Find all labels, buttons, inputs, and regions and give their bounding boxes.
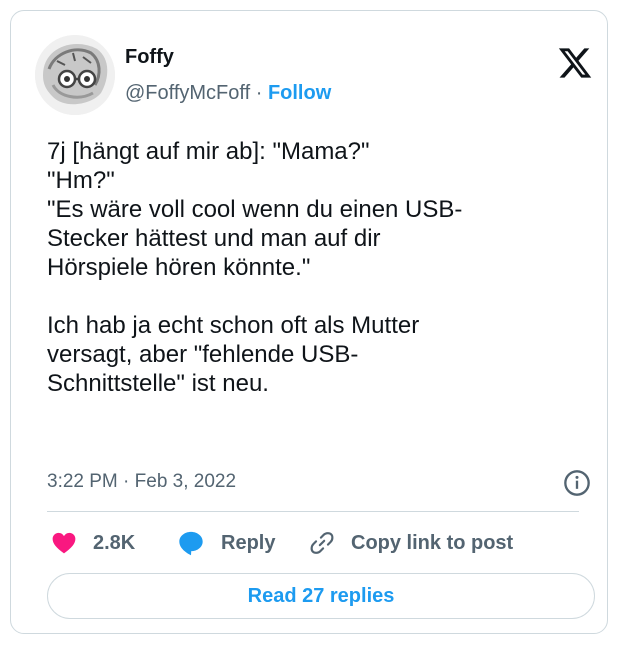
author-handle-line: @FoffyMcFoff · Follow xyxy=(125,81,331,105)
info-icon[interactable] xyxy=(563,469,591,497)
tweet-card: Foffy @FoffyMcFoff · Follow 7j [hängt au… xyxy=(10,10,608,634)
avatar-image xyxy=(35,35,115,115)
reply-label: Reply xyxy=(221,531,276,554)
speech-bubble-icon xyxy=(179,531,203,556)
link-icon xyxy=(310,532,334,554)
tweet-paragraph: 7j [hängt auf mir ab]: "Mama?" "Hm?" "Es… xyxy=(47,138,463,281)
reply-button[interactable]: Reply xyxy=(177,527,275,559)
author-handle[interactable]: @FoffyMcFoff xyxy=(125,82,250,104)
like-count: 2.8K xyxy=(93,531,136,554)
copy-link-label: Copy link to post xyxy=(351,531,514,554)
separator-dot: · xyxy=(250,82,268,104)
tweet-paragraph: Ich hab ja echt schon oft als Mutter ver… xyxy=(47,312,420,397)
divider xyxy=(47,511,579,512)
like-button[interactable]: 2.8K xyxy=(51,527,135,559)
author-name[interactable]: Foffy xyxy=(125,45,174,69)
copy-link-button[interactable]: Copy link to post xyxy=(309,527,513,559)
follow-button[interactable]: Follow xyxy=(268,82,331,104)
heart-icon xyxy=(52,532,76,554)
tweet-timestamp[interactable]: 3:22 PM · Feb 3, 2022 xyxy=(47,471,236,493)
x-logo-icon[interactable] xyxy=(557,45,593,81)
avatar[interactable] xyxy=(35,35,115,115)
read-replies-button[interactable]: Read 27 replies xyxy=(47,573,595,619)
tweet-text: 7j [hängt auf mir ab]: "Mama?" "Hm?" "Es… xyxy=(47,137,587,398)
action-bar: 2.8K Reply Copy link to post xyxy=(47,527,587,559)
